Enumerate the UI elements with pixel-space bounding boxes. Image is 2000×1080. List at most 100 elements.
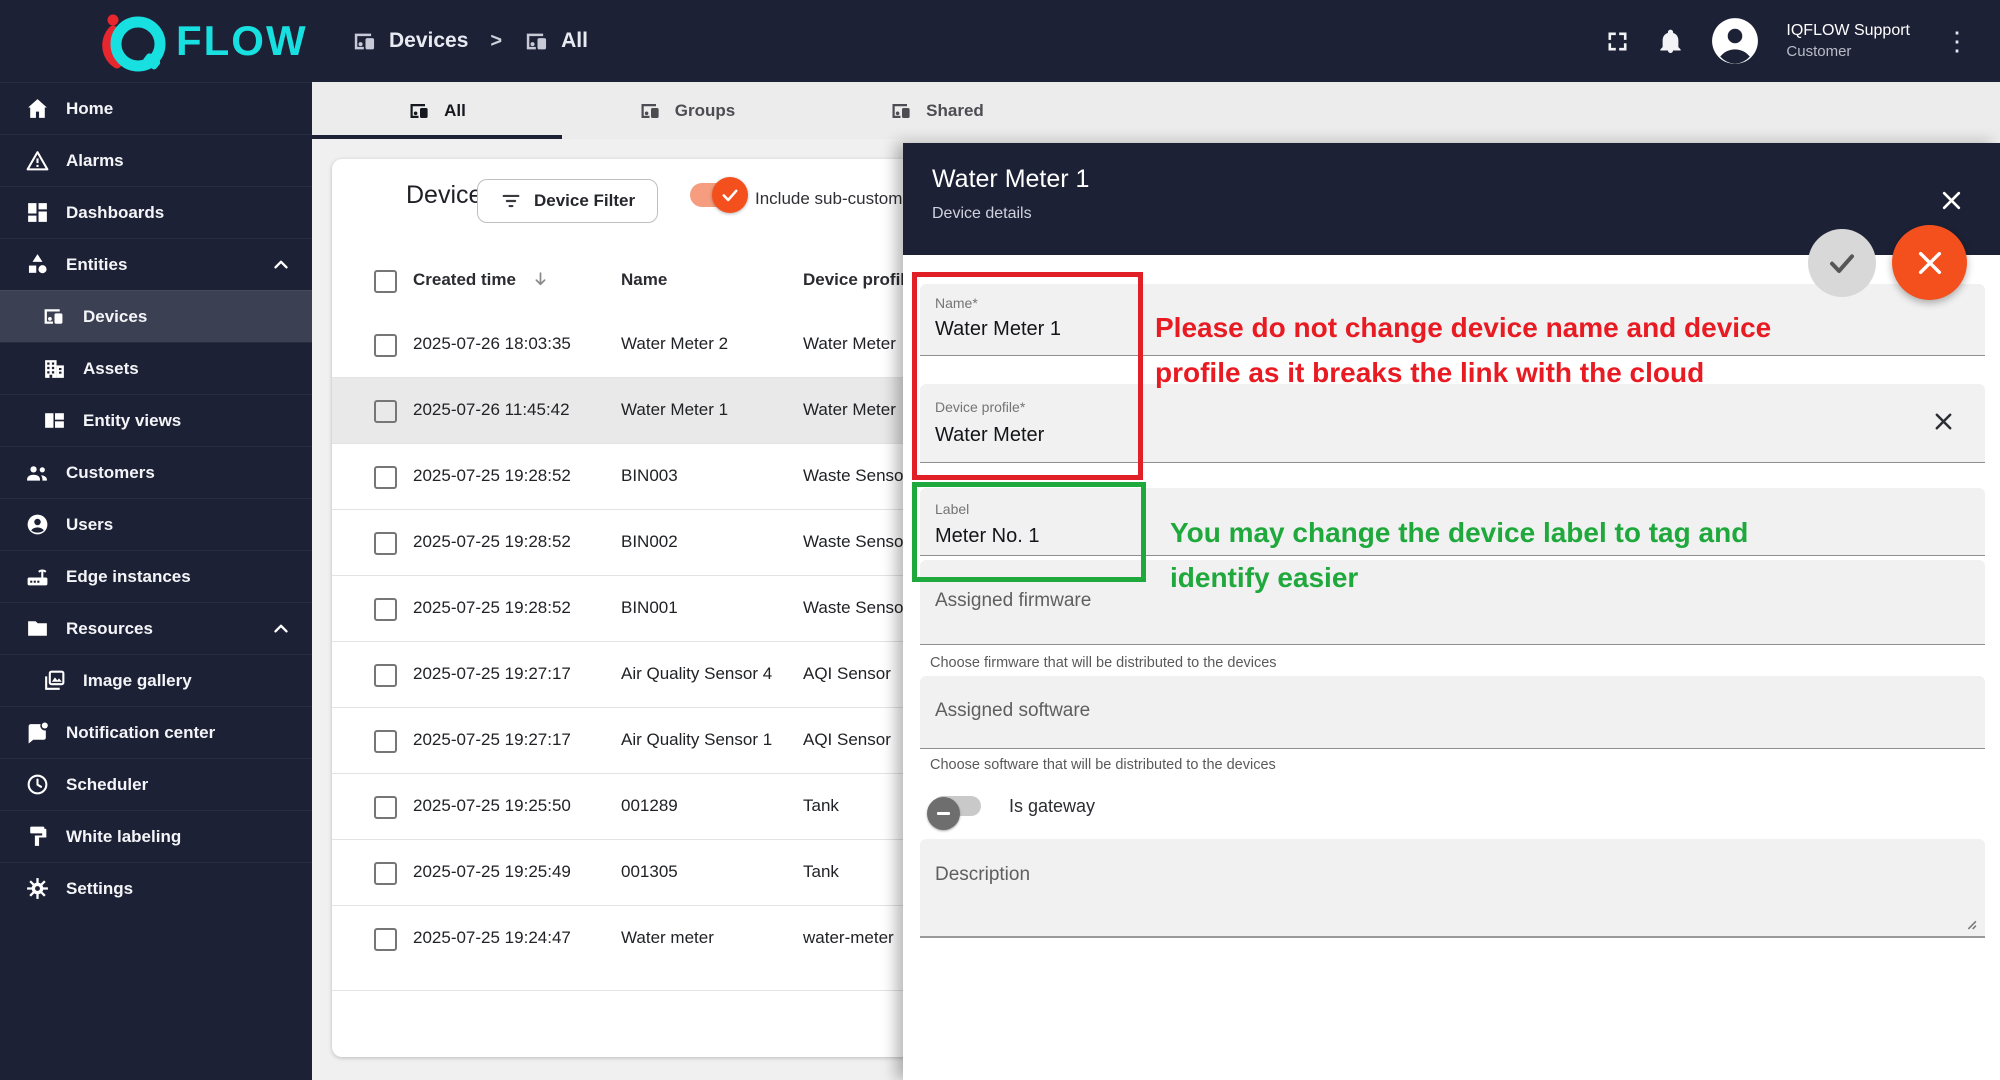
label-field-label: Label	[935, 501, 970, 517]
entity-views-icon	[42, 408, 67, 433]
column-device-profile[interactable]: Device profile	[803, 270, 915, 290]
row-checkbox[interactable]	[374, 862, 397, 885]
logo-mark-icon	[102, 14, 166, 72]
folder-icon	[25, 616, 50, 641]
devices-icon	[408, 99, 432, 123]
sidebar-item-label: Scheduler	[66, 774, 149, 794]
customers-icon	[25, 460, 50, 485]
breadcrumb: Devices > All	[352, 0, 588, 82]
filter-icon	[500, 190, 522, 212]
breadcrumb-all[interactable]: All	[524, 28, 588, 55]
select-all-checkbox[interactable]	[374, 270, 397, 293]
include-sub-customer-toggle[interactable]	[690, 177, 748, 213]
clear-profile-icon[interactable]	[1932, 410, 1955, 433]
sidebar-item-home[interactable]: Home	[0, 82, 312, 134]
sidebar-item-entities[interactable]: Entities	[0, 238, 312, 290]
is-gateway-toggle[interactable]	[927, 796, 981, 830]
row-checkbox[interactable]	[374, 334, 397, 357]
cell-name: BIN003	[621, 466, 678, 485]
devices-icon	[524, 28, 551, 55]
sidebar-item-customers[interactable]: Customers	[0, 446, 312, 498]
tab-bar: All Groups Shared	[312, 82, 2000, 139]
devices-icon	[42, 304, 67, 329]
chevron-up-icon[interactable]	[270, 618, 292, 640]
resize-handle-icon[interactable]	[1964, 917, 1977, 930]
sidebar-item-label: Dashboards	[66, 202, 165, 222]
cell-device-profile: Water Meter	[803, 400, 896, 419]
sidebar-item-settings[interactable]: Settings	[0, 862, 312, 914]
row-checkbox[interactable]	[374, 928, 397, 951]
cell-name: BIN001	[621, 598, 678, 617]
device-profile-field[interactable]: Device profile* Water Meter	[920, 384, 1985, 463]
gallery-icon	[42, 668, 67, 693]
sidebar-item-white-labeling[interactable]: White labeling	[0, 810, 312, 862]
cell-created-time: 2025-07-25 19:24:47	[413, 928, 571, 947]
assigned-firmware-select[interactable]: Assigned firmware	[920, 560, 1985, 645]
devices-icon	[352, 28, 379, 55]
device-filter-button[interactable]: Device Filter	[477, 179, 659, 223]
row-checkbox[interactable]	[374, 664, 397, 687]
sidebar-item-devices[interactable]: Devices	[0, 290, 312, 342]
notifications-bell-icon[interactable]	[1657, 28, 1684, 55]
device-profile-label: Device profile*	[935, 399, 1026, 415]
check-icon	[720, 185, 740, 205]
user-name: IQFLOW Support	[1786, 22, 1910, 40]
sidebar-item-image-gallery[interactable]: Image gallery	[0, 654, 312, 706]
cell-created-time: 2025-07-25 19:27:17	[413, 664, 571, 683]
sidebar-item-edge-instances[interactable]: Edge instances	[0, 550, 312, 602]
column-name[interactable]: Name	[621, 270, 667, 290]
row-checkbox[interactable]	[374, 532, 397, 555]
cell-device-profile: Waste Sensor	[803, 532, 910, 551]
cell-name: Air Quality Sensor 4	[621, 664, 773, 683]
sidebar-item-scheduler[interactable]: Scheduler	[0, 758, 312, 810]
avatar[interactable]	[1710, 16, 1760, 66]
cell-device-profile: Tank	[803, 862, 839, 881]
home-icon	[25, 96, 50, 121]
sidebar-item-resources[interactable]: Resources	[0, 602, 312, 654]
devices-icon	[639, 99, 663, 123]
breadcrumb-devices[interactable]: Devices	[352, 28, 468, 55]
cell-device-profile: Waste Sensor	[803, 466, 910, 485]
cell-device-profile: Waste Sensor	[803, 598, 910, 617]
tab-shared[interactable]: Shared	[812, 82, 1062, 139]
edge-icon	[25, 564, 50, 589]
tab-groups[interactable]: Groups	[562, 82, 812, 139]
gear-icon	[25, 876, 50, 901]
row-checkbox[interactable]	[374, 400, 397, 423]
cell-name: Water Meter 1	[621, 400, 729, 419]
paint-icon	[25, 824, 50, 849]
sidebar-item-dashboards[interactable]: Dashboards	[0, 186, 312, 238]
name-field[interactable]: Name* Water Meter 1	[920, 284, 1985, 356]
cell-created-time: 2025-07-25 19:28:52	[413, 466, 571, 485]
sidebar-item-label: Assets	[83, 358, 139, 378]
apply-changes-fab[interactable]	[1808, 229, 1876, 297]
kebab-menu-icon[interactable]: ⋮	[1940, 28, 1974, 54]
label-field[interactable]: Label Meter No. 1	[920, 488, 1985, 556]
description-textarea[interactable]: Description	[920, 839, 1985, 938]
row-checkbox[interactable]	[374, 730, 397, 753]
column-created-time[interactable]: Created time	[413, 270, 550, 290]
row-checkbox[interactable]	[374, 598, 397, 621]
iqflow-logo[interactable]: FLOW	[100, 6, 308, 76]
sidebar-item-entity-views[interactable]: Entity views	[0, 394, 312, 446]
sidebar-item-assets[interactable]: Assets	[0, 342, 312, 394]
user-role: Customer	[1786, 42, 1852, 60]
name-field-label: Name*	[935, 295, 978, 311]
sidebar-item-alarms[interactable]: Alarms	[0, 134, 312, 186]
sidebar-item-users[interactable]: Users	[0, 498, 312, 550]
is-gateway-row: Is gateway	[927, 788, 1095, 830]
row-checkbox[interactable]	[374, 796, 397, 819]
sidebar-item-label: Customers	[66, 462, 155, 482]
panel-subtitle: Device details	[932, 205, 1032, 222]
assigned-software-select[interactable]: Assigned software	[920, 676, 1985, 749]
dashboards-icon	[25, 200, 50, 225]
cell-name: Air Quality Sensor 1	[621, 730, 773, 749]
close-icon[interactable]	[1939, 188, 1964, 213]
fullscreen-icon[interactable]	[1604, 28, 1631, 55]
close-edit-fab[interactable]	[1892, 225, 1967, 300]
chevron-up-icon[interactable]	[270, 254, 292, 276]
tab-all[interactable]: All	[312, 82, 562, 139]
row-checkbox[interactable]	[374, 466, 397, 489]
sidebar-item-notification-center[interactable]: Notification center	[0, 706, 312, 758]
firmware-hint: Choose firmware that will be distributed…	[930, 655, 1277, 671]
